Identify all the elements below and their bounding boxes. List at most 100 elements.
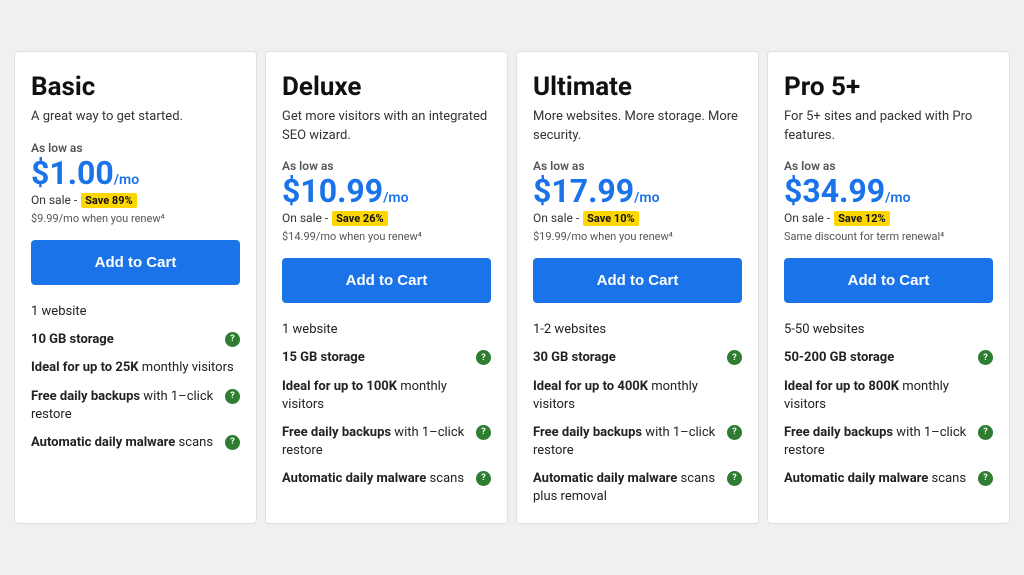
sale-row: On sale - Save 26%: [282, 211, 491, 226]
plan-name: Ultimate: [533, 72, 742, 102]
price-amount: $34.99: [784, 175, 885, 207]
question-icon: ?: [727, 350, 742, 365]
price-per: /mo: [885, 190, 910, 206]
question-icon: ?: [978, 471, 993, 486]
question-icon: ?: [476, 350, 491, 365]
sale-row: On sale - Save 10%: [533, 211, 742, 226]
feature-text: 30 GB storage: [533, 349, 723, 367]
features-list: 1-2 websites 30 GB storage ? Ideal for u…: [533, 321, 742, 507]
feature-text: 5-50 websites: [784, 321, 993, 339]
as-low-as-label: As low as: [282, 159, 491, 173]
feature-text: Free daily backups with 1–click restore: [282, 424, 472, 460]
price-amount: $17.99: [533, 175, 634, 207]
renew-text: $9.99/mo when you renew⁴: [31, 211, 240, 226]
sale-text: On sale -: [533, 211, 579, 225]
plan-card-ultimate: Ultimate More websites. More storage. Mo…: [516, 51, 759, 523]
features-list: 1 website 15 GB storage ? Ideal for up t…: [282, 321, 491, 488]
plan-card-basic: Basic A great way to get started. As low…: [14, 51, 257, 523]
add-to-cart-button[interactable]: Add to Cart: [282, 258, 491, 303]
feature-text: Ideal for up to 25K monthly visitors: [31, 359, 240, 377]
feature-text: Ideal for up to 400K monthly visitors: [533, 378, 742, 414]
price-amount: $10.99: [282, 175, 383, 207]
save-badge: Save 10%: [583, 211, 639, 226]
question-icon: ?: [476, 471, 491, 486]
feature-text: 1 website: [282, 321, 491, 339]
add-to-cart-button[interactable]: Add to Cart: [784, 258, 993, 303]
plan-tagline: For 5+ sites and packed with Pro feature…: [784, 108, 993, 144]
question-icon: ?: [225, 332, 240, 347]
plan-name: Basic: [31, 72, 240, 102]
feature-item: 15 GB storage ?: [282, 349, 491, 367]
plan-name: Deluxe: [282, 72, 491, 102]
feature-text: Free daily backups with 1–click restore: [533, 424, 723, 460]
feature-text: Free daily backups with 1–click restore: [31, 388, 221, 424]
feature-item: 50-200 GB storage ?: [784, 349, 993, 367]
question-icon: ?: [978, 425, 993, 440]
feature-item: Free daily backups with 1–click restore …: [784, 424, 993, 460]
price-row: $34.99 /mo: [784, 175, 993, 207]
question-icon: ?: [225, 435, 240, 450]
feature-item: 5-50 websites: [784, 321, 993, 339]
price-row: $1.00 /mo: [31, 157, 240, 189]
feature-text: Free daily backups with 1–click restore: [784, 424, 974, 460]
sale-row: On sale - Save 12%: [784, 211, 993, 226]
feature-text: Automatic daily malware scans: [31, 434, 221, 452]
sale-text: On sale -: [31, 193, 77, 207]
plan-name: Pro 5+: [784, 72, 993, 102]
as-low-as-label: As low as: [533, 159, 742, 173]
as-low-as-label: As low as: [784, 159, 993, 173]
feature-text: 1-2 websites: [533, 321, 742, 339]
feature-item: Automatic daily malware scans ?: [31, 434, 240, 452]
feature-item: Free daily backups with 1–click restore …: [282, 424, 491, 460]
save-badge: Save 26%: [332, 211, 388, 226]
pricing-container: Basic A great way to get started. As low…: [10, 51, 1014, 523]
plan-tagline: A great way to get started.: [31, 108, 240, 126]
feature-text: Automatic daily malware scans: [282, 470, 472, 488]
question-icon: ?: [476, 425, 491, 440]
feature-item: Ideal for up to 400K monthly visitors: [533, 378, 742, 414]
price-row: $17.99 /mo: [533, 175, 742, 207]
price-per: /mo: [114, 172, 139, 188]
question-icon: ?: [978, 350, 993, 365]
feature-text: 1 website: [31, 303, 240, 321]
feature-item: Free daily backups with 1–click restore …: [533, 424, 742, 460]
renew-text: Same discount for term renewal⁴: [784, 229, 993, 244]
save-badge: Save 12%: [834, 211, 890, 226]
feature-item: Ideal for up to 100K monthly visitors: [282, 378, 491, 414]
feature-text: Ideal for up to 100K monthly visitors: [282, 378, 491, 414]
sale-text: On sale -: [282, 211, 328, 225]
feature-item: 1-2 websites: [533, 321, 742, 339]
renew-text: $14.99/mo when you renew⁴: [282, 229, 491, 244]
feature-item: Automatic daily malware scans plus remov…: [533, 470, 742, 506]
feature-item: 10 GB storage ?: [31, 331, 240, 349]
feature-item: 1 website: [282, 321, 491, 339]
plan-tagline: Get more visitors with an integrated SEO…: [282, 108, 491, 144]
sale-row: On sale - Save 89%: [31, 193, 240, 208]
plan-card-pro5plus: Pro 5+ For 5+ sites and packed with Pro …: [767, 51, 1010, 523]
feature-item: Automatic daily malware scans ?: [784, 470, 993, 488]
price-per: /mo: [383, 190, 408, 206]
renew-text: $19.99/mo when you renew⁴: [533, 229, 742, 244]
feature-item: Automatic daily malware scans ?: [282, 470, 491, 488]
features-list: 5-50 websites 50-200 GB storage ? Ideal …: [784, 321, 993, 488]
feature-item: Ideal for up to 800K monthly visitors: [784, 378, 993, 414]
question-icon: ?: [727, 471, 742, 486]
feature-text: 50-200 GB storage: [784, 349, 974, 367]
feature-text: Ideal for up to 800K monthly visitors: [784, 378, 993, 414]
feature-text: Automatic daily malware scans plus remov…: [533, 470, 723, 506]
feature-item: 1 website: [31, 303, 240, 321]
as-low-as-label: As low as: [31, 141, 240, 155]
add-to-cart-button[interactable]: Add to Cart: [533, 258, 742, 303]
question-icon: ?: [727, 425, 742, 440]
feature-item: Free daily backups with 1–click restore …: [31, 388, 240, 424]
feature-item: Ideal for up to 25K monthly visitors: [31, 359, 240, 377]
plan-tagline: More websites. More storage. More securi…: [533, 108, 742, 144]
price-per: /mo: [634, 190, 659, 206]
question-icon: ?: [225, 389, 240, 404]
price-amount: $1.00: [31, 157, 114, 189]
save-badge: Save 89%: [81, 193, 137, 208]
feature-item: 30 GB storage ?: [533, 349, 742, 367]
add-to-cart-button[interactable]: Add to Cart: [31, 240, 240, 285]
price-row: $10.99 /mo: [282, 175, 491, 207]
feature-text: 10 GB storage: [31, 331, 221, 349]
